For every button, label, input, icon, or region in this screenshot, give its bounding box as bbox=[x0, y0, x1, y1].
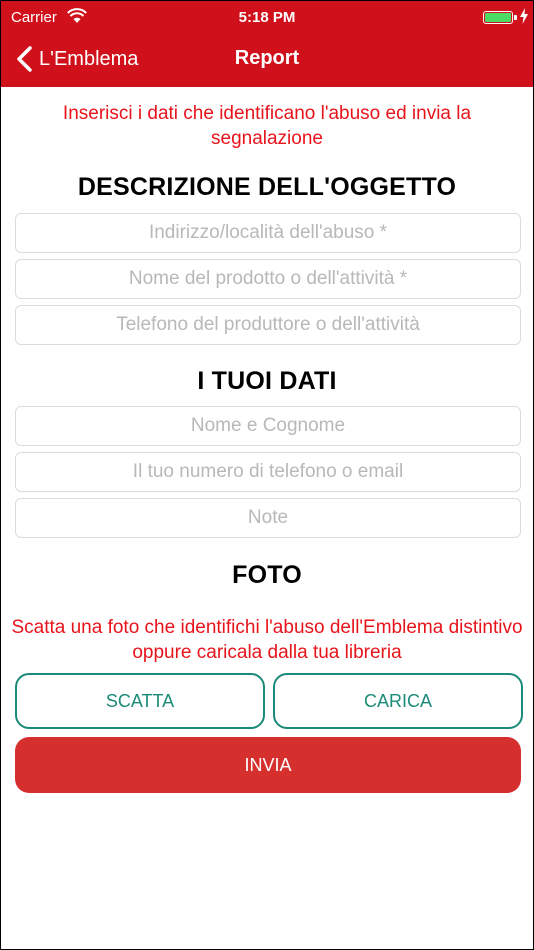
send-button[interactable]: INVIA bbox=[15, 737, 521, 793]
battery-icon bbox=[483, 11, 513, 24]
notes-input[interactable] bbox=[15, 498, 521, 538]
top-bar: Carrier 5:18 PM L'Emblema Report bbox=[1, 1, 533, 87]
charging-icon bbox=[520, 8, 528, 24]
full-name-input[interactable] bbox=[15, 406, 521, 446]
battery-tip bbox=[514, 15, 517, 20]
photo-instructions: Scatta una foto che identifichi l'abuso … bbox=[11, 617, 523, 663]
photo-section-title: FOTO bbox=[232, 561, 302, 589]
clock: 5:18 PM bbox=[238, 9, 296, 26]
screen: Carrier 5:18 PM L'Emblema Report Inseris… bbox=[1, 1, 533, 949]
take-photo-button[interactable]: SCATTA bbox=[15, 673, 265, 729]
upload-photo-button[interactable]: CARICA bbox=[273, 673, 523, 729]
page-title: Report bbox=[234, 47, 300, 69]
object-section-title: DESCRIZIONE DELL'OGGETTO bbox=[77, 173, 457, 201]
abuse-address-input[interactable] bbox=[15, 213, 521, 253]
product-name-input[interactable] bbox=[15, 259, 521, 299]
status-bar: Carrier 5:18 PM bbox=[1, 1, 533, 35]
user-section-title: I TUOI DATI bbox=[197, 367, 337, 395]
contact-input[interactable] bbox=[15, 452, 521, 492]
intro-text: Inserisci i dati che identificano l'abus… bbox=[62, 103, 472, 149]
producer-phone-input[interactable] bbox=[15, 305, 521, 345]
